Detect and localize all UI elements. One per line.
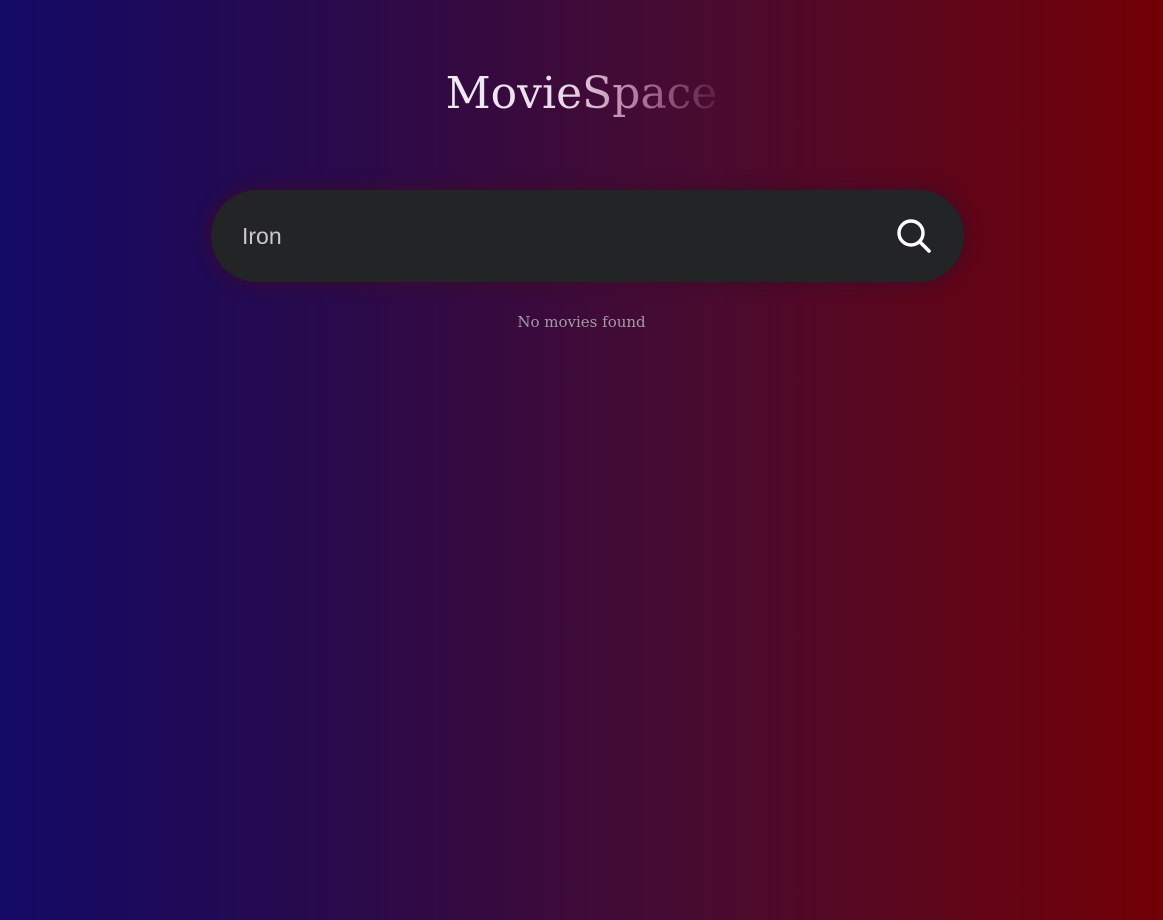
search-input[interactable] [242,216,894,256]
search-button[interactable] [894,216,934,256]
search-bar [211,190,964,282]
app-title: MovieSpace [0,68,1163,119]
search-icon [897,219,931,253]
app-title-text: MovieSpace [445,68,718,119]
no-results-message: No movies found [517,313,646,331]
